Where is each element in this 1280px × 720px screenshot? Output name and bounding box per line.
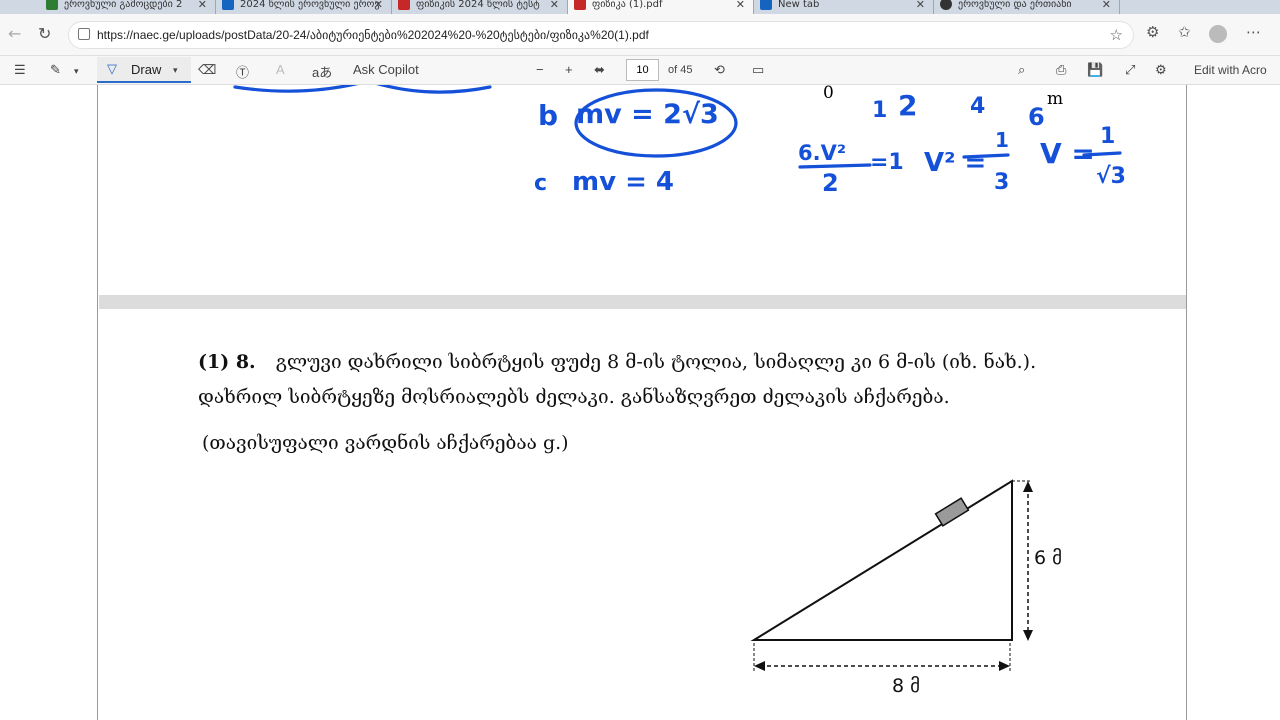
close-tab-icon[interactable]: ✕ — [1102, 0, 1111, 11]
favorite-star-icon[interactable]: ☆ — [1110, 26, 1123, 44]
settings-icon[interactable]: ⚙ — [1155, 62, 1167, 78]
page-view-icon[interactable]: ▭ — [752, 62, 764, 78]
base-label: 8 მ — [892, 675, 921, 697]
browser-tab-strip: ეროვნული გამოცდები 2 ✕ 2024 წლის ეროვნულ… — [0, 0, 1280, 14]
pdf-toolbar: ☰ ✎ ▾ ▽ Draw ▾ ⌫ Ⓣ A aあ Ask Copilot − + … — [0, 56, 1280, 85]
inclined-plane-triangle — [750, 479, 1013, 641]
tab-favicon-icon — [398, 0, 410, 10]
favorites-icon[interactable]: ✩ — [1178, 23, 1191, 41]
height-label: 6 მ — [1034, 547, 1063, 569]
highlight-icon[interactable]: ✎ — [50, 62, 61, 78]
browser-tab-3[interactable]: ფიზიკის 2024 წლის ტესტ ✕ — [392, 0, 568, 14]
tab-title: ეროვნული გამოცდები 2 — [64, 0, 183, 10]
tab-favicon-icon — [940, 0, 952, 10]
ask-copilot-button[interactable]: Ask Copilot — [353, 62, 419, 77]
browser-tab-1[interactable]: ეროვნული გამოცდები 2 ✕ — [40, 0, 216, 14]
back-icon[interactable]: ← — [8, 24, 21, 43]
fullscreen-icon[interactable]: ⤢ — [1125, 62, 1135, 78]
pdf-viewer[interactable]: 0 m b mv = 2√3 c mv = 4 1 2 4 6 6.V² 2 =… — [0, 83, 1280, 720]
extensions-icon[interactable]: ⚙ — [1146, 23, 1159, 41]
print-icon[interactable]: ⎙ — [1056, 62, 1066, 78]
draw-label: Draw — [131, 62, 162, 77]
browser-tab-5[interactable]: New tab ✕ — [754, 0, 934, 14]
refresh-icon[interactable]: ↻ — [38, 24, 51, 43]
pen-icon: ▽ — [107, 61, 117, 76]
rotate-icon[interactable]: ⟲ — [714, 62, 725, 78]
inclined-plane-figure — [750, 479, 1033, 673]
tab-favicon-icon — [760, 0, 772, 10]
tab-title: ეროვნული და ერთიანი — [958, 0, 1072, 10]
edit-with-acrobat-button[interactable]: Edit with Acro — [1194, 63, 1267, 77]
tab-title: 2024 წლის ეროვნული ეროვ — [240, 0, 380, 10]
chevron-down-icon[interactable]: ▾ — [74, 66, 79, 77]
base-arrow-right-icon — [999, 661, 1010, 671]
tab-title: ფიზიკა (1).pdf — [592, 0, 663, 10]
pdf-favicon-icon — [574, 0, 586, 10]
height-arrow-up-icon — [1023, 481, 1033, 492]
zoom-out-button[interactable]: − — [536, 62, 544, 77]
zoom-in-button[interactable]: + — [565, 62, 573, 77]
url-field[interactable]: https://naec.ge/uploads/postData/20-24/ა… — [68, 21, 1134, 49]
address-bar-row: ← ↻ https://naec.ge/uploads/postData/20-… — [0, 14, 1280, 56]
page-total: of 45 — [668, 64, 693, 76]
draw-button[interactable]: ▽ Draw ▾ — [97, 57, 191, 83]
browser-tab-2[interactable]: 2024 წლის ეროვნული ეროვ ✕ — [216, 0, 392, 14]
tab-title: New tab — [778, 0, 820, 10]
base-arrow-left-icon — [754, 661, 765, 671]
close-tab-icon[interactable]: ✕ — [550, 0, 559, 11]
read-aloud-button[interactable]: aあ — [312, 62, 332, 81]
profile-avatar[interactable] — [1209, 25, 1227, 43]
close-tab-icon[interactable]: ✕ — [736, 0, 745, 11]
save-icon[interactable]: 💾 — [1087, 62, 1103, 78]
page-number-input[interactable]: 10 — [626, 59, 659, 81]
more-menu-icon[interactable]: ⋯ — [1246, 23, 1261, 41]
chevron-down-icon[interactable]: ▾ — [173, 65, 178, 76]
close-tab-icon[interactable]: ✕ — [198, 0, 207, 11]
browser-tab-6[interactable]: ეროვნული და ერთიანი ✕ — [934, 0, 1120, 14]
tab-favicon-icon — [46, 0, 58, 10]
text-format-icon: A — [276, 62, 285, 77]
site-info-icon[interactable] — [78, 28, 90, 40]
browser-tab-4-active[interactable]: ფიზიკა (1).pdf ✕ — [568, 0, 754, 14]
height-arrow-down-icon — [1023, 630, 1033, 641]
tab-favicon-icon — [222, 0, 234, 10]
url-text: https://naec.ge/uploads/postData/20-24/ა… — [97, 28, 649, 42]
tab-title: ფიზიკის 2024 წლის ტესტ — [416, 0, 540, 10]
sliding-block — [934, 497, 970, 527]
fit-page-icon[interactable]: ⬌ — [594, 62, 605, 78]
close-tab-icon[interactable]: ✕ — [916, 0, 925, 11]
close-tab-icon[interactable]: ✕ — [374, 0, 383, 11]
contents-icon[interactable]: ☰ — [14, 62, 26, 78]
search-icon[interactable]: ⌕ — [1018, 62, 1025, 78]
eraser-icon[interactable]: ⌫ — [198, 62, 216, 78]
text-box-icon[interactable]: Ⓣ — [236, 62, 249, 81]
